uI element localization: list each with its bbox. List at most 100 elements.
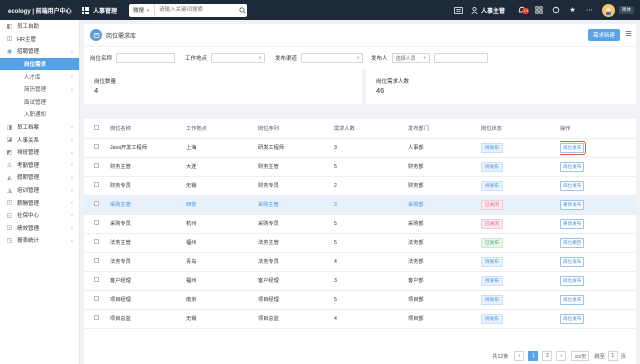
user-name: 人事主管 [480, 8, 505, 15]
sidebar-item[interactable]: ◰ 薪酬管理 ˅ [0, 196, 79, 209]
table-row[interactable]: 法务专员 青岛 法务专员 4 法务部 待发布 岗位发布 [84, 252, 636, 272]
row-checkbox[interactable] [94, 163, 99, 168]
sidebar-item[interactable]: ◭ 假期管理 ˅ [0, 171, 79, 184]
count-cell: 3 [334, 138, 408, 158]
sidebar-item[interactable]: ◬ 考勤管理 ˅ [0, 159, 79, 172]
row-checkbox[interactable] [94, 239, 99, 244]
app-switcher[interactable]: 人事管理 [82, 6, 117, 15]
sidebar-item-label: 人事关系 [17, 137, 40, 144]
row-action-button[interactable]: 岗位发布 [560, 313, 585, 324]
page-1-button[interactable]: 1 [528, 351, 539, 361]
sidebar-item[interactable]: ◲ 绩效管理 ˅ [0, 222, 79, 235]
row-action-button[interactable]: 岗位发布 [560, 140, 587, 155]
publisher-select[interactable]: 选择人员 ▼ [391, 53, 430, 63]
sidebar-item[interactable]: ◮ 培训管理 ˅ [0, 184, 79, 197]
sidebar-item-label: 简历管理 [24, 87, 47, 94]
message-icon[interactable] [453, 6, 463, 15]
row-action-button[interactable]: 岗位发布 [560, 180, 585, 191]
page-size-select[interactable]: 10/页 [571, 351, 590, 361]
position-name-cell: 财务专员 [110, 176, 186, 196]
sidebar: ◧ 员工自助 ◫ HR主管 ◉ 招聘管理 ˄ 岗位需求 人才库 ˅ 简历管理 ˅ 面试管理 入职通知 ◨ 员工… [0, 20, 80, 364]
sidebar-item[interactable]: ◱ 社保中心 ˅ [0, 209, 79, 222]
avatar[interactable] [602, 3, 615, 17]
select-all-checkbox[interactable] [94, 124, 99, 130]
status-badge: 已关闭 [481, 199, 503, 210]
row-action-button[interactable]: 重新发布 [560, 218, 585, 229]
search-icon[interactable] [237, 4, 247, 17]
sidebar-item[interactable]: 面试管理 [0, 96, 79, 109]
row-checkbox[interactable] [94, 277, 99, 282]
table-row[interactable]: 采购主管 西安 采购主管 3 采购部 已关闭 重新发布 [84, 195, 636, 215]
count-cell: 3 [334, 271, 408, 291]
sidebar-item[interactable]: ◳ 报表统计 ˅ [0, 234, 79, 247]
table-row[interactable]: 客户经理 福州 客户经理 3 客户部 待发布 岗位发布 [84, 271, 636, 291]
star-icon[interactable]: ★ [568, 6, 577, 15]
row-checkbox[interactable] [94, 315, 99, 320]
search-scope-select[interactable]: 微搜 ▼ [129, 3, 155, 17]
location-select[interactable]: ▼ [211, 53, 266, 63]
chevron-icon: ˅ [70, 212, 73, 218]
recycle-icon[interactable] [551, 6, 560, 15]
sidebar-item[interactable]: ◫ HR主管 [0, 33, 79, 46]
prev-page-button[interactable]: ‹ [514, 351, 525, 361]
channel-select[interactable]: ▼ [301, 53, 364, 63]
menu-icon[interactable] [625, 30, 632, 37]
sidebar-item[interactable]: ◪ 人事关系 ˅ [0, 133, 79, 146]
brand-logo[interactable]: ecology | 前端用户中心 [0, 6, 80, 15]
row-checkbox[interactable] [94, 182, 99, 187]
chevron-icon: ˅ [70, 174, 73, 180]
apps-grid-icon[interactable] [82, 6, 89, 14]
checkbox-cell [84, 290, 110, 310]
table-row[interactable]: 财务专员 无锡 财务专员 2 财务部 待发布 岗位发布 [84, 176, 636, 196]
publisher-input[interactable] [433, 53, 488, 63]
new-requirement-button[interactable]: 需求新建 [588, 29, 620, 41]
current-user[interactable]: 人事主管 [471, 6, 505, 15]
checkbox-cell [84, 271, 110, 291]
bell-icon[interactable]: 13 [517, 6, 530, 15]
row-checkbox[interactable] [94, 144, 99, 149]
row-checkbox[interactable] [94, 201, 99, 206]
position-name-cell: 采购主管 [110, 195, 186, 215]
checkbox-cell [84, 138, 110, 158]
jump-page-input[interactable]: 1 [607, 351, 618, 361]
col-header: 工作地点 [186, 119, 258, 139]
table-row[interactable]: Java开发工程师 上海 研发工程师 3 人事部 待发布 岗位发布 [84, 138, 636, 158]
row-checkbox[interactable] [94, 220, 99, 225]
status-cell: 待发布 [481, 271, 560, 291]
table-row[interactable]: 项目总监 无锡 项目总监 4 项目部 待发布 岗位发布 [84, 309, 636, 329]
sidebar-item[interactable]: ◉ 招聘管理 ˄ [0, 45, 79, 58]
row-action-button[interactable]: 岗位撤回 [560, 237, 585, 248]
sidebar-item[interactable]: 简历管理 ˅ [0, 83, 79, 96]
sidebar-item-label: 报表统计 [17, 238, 40, 245]
position-name-cell: 客户经理 [110, 271, 186, 291]
more-icon[interactable]: ⋯ [585, 6, 594, 15]
row-action-button[interactable]: 岗位发布 [560, 256, 585, 267]
search-input[interactable] [155, 3, 238, 17]
page-unit: 页 [620, 353, 626, 360]
table-row[interactable]: 项目经理 南京 项目经理 5 项目部 待发布 岗位发布 [84, 290, 636, 310]
row-checkbox[interactable] [94, 258, 99, 263]
row-action-button[interactable]: 重新发布 [560, 199, 585, 210]
page-2-button[interactable]: 2 [542, 351, 553, 361]
grid-apps-icon[interactable] [534, 6, 543, 15]
sidebar-item[interactable]: ◨ 员工档案 ˅ [0, 121, 79, 134]
row-checkbox[interactable] [94, 296, 99, 301]
sidebar-item[interactable]: 入职通知 [0, 108, 79, 121]
dept-cell: 项目部 [408, 290, 481, 310]
series-cell: 客户经理 [258, 271, 334, 291]
sidebar-item[interactable]: 岗位需求 [0, 57, 79, 71]
row-action-button[interactable]: 岗位发布 [560, 161, 585, 172]
position-name-input[interactable] [116, 53, 176, 63]
table-row[interactable]: 采购专员 杭州 采购专员 5 采购部 已关闭 重新发布 [84, 214, 636, 234]
sidebar-item[interactable]: 人才库 ˅ [0, 70, 79, 83]
language-switch[interactable]: 简体 [619, 6, 634, 14]
table-row[interactable]: 法务主管 福州 法务主管 5 法务部 已发布 岗位撤回 [84, 233, 636, 253]
row-action-button[interactable]: 岗位发布 [560, 294, 585, 305]
series-cell: 法务主管 [258, 233, 334, 253]
sidebar-item[interactable]: ◩ 排班管理 ˅ [0, 146, 79, 159]
next-page-button[interactable]: › [556, 351, 567, 361]
table-row[interactable]: 财务主管 大连 财务主管 5 财务部 待发布 岗位发布 [84, 157, 636, 177]
sidebar-item[interactable]: ◧ 员工自助 [0, 20, 79, 33]
status-cell: 已关闭 [481, 214, 560, 234]
row-action-button[interactable]: 岗位发布 [560, 275, 585, 286]
